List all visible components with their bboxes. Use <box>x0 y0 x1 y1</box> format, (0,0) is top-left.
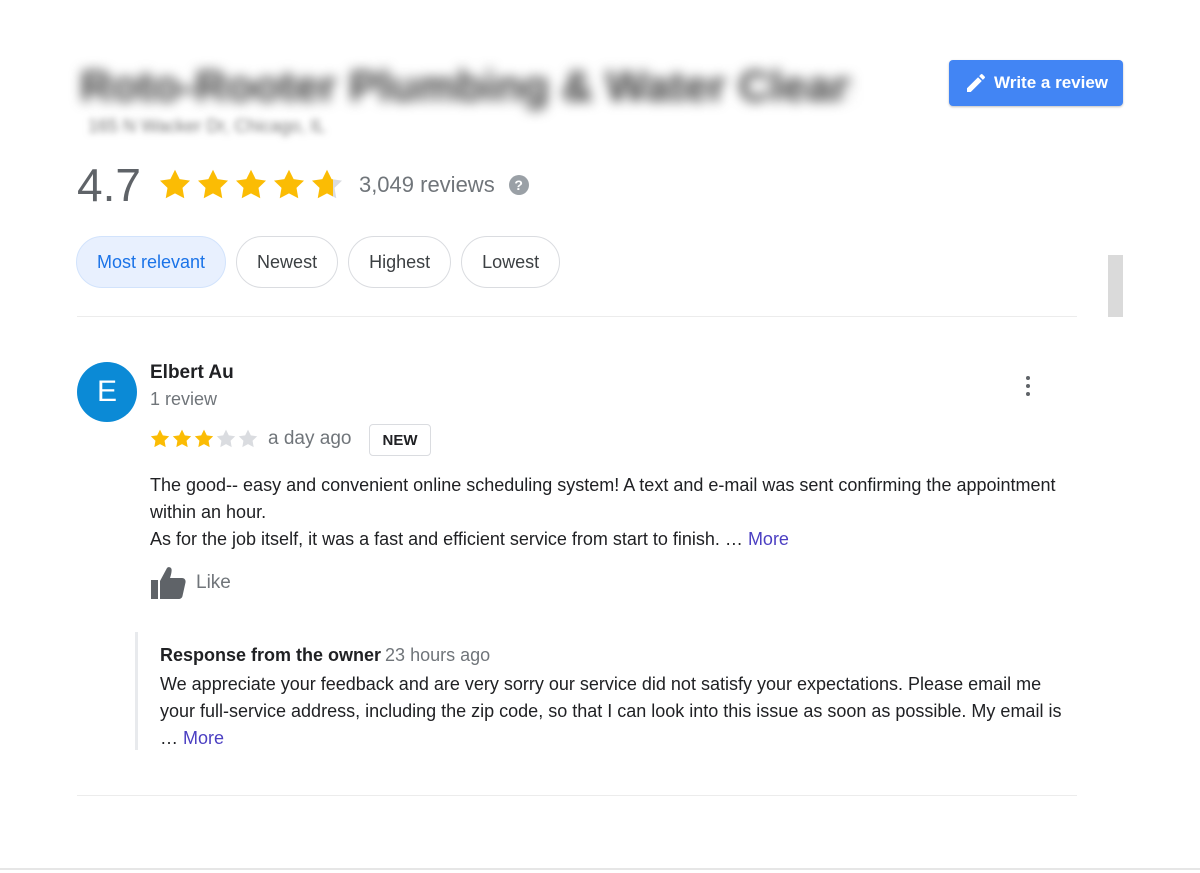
star-filled-icon <box>235 169 266 199</box>
rating-summary: 4.7 3,049 reviews ? <box>77 158 529 212</box>
review-more-link[interactable]: More <box>748 529 789 549</box>
review-time: a day ago <box>268 428 352 449</box>
chip-lowest[interactable]: Lowest <box>461 236 561 288</box>
avatar[interactable]: E <box>77 362 137 422</box>
star-empty-icon <box>238 429 258 448</box>
star-half-icon <box>311 169 342 199</box>
help-icon[interactable]: ? <box>508 175 529 195</box>
star-filled-icon <box>159 169 190 199</box>
owner-more-link[interactable]: More <box>183 728 224 748</box>
review-stars <box>149 428 259 450</box>
owner-response-header: Response from the owner 23 hours ago <box>160 645 490 666</box>
business-name: Roto-Rooter Plumbing & Water Cleanup <box>80 62 850 111</box>
bottom-border <box>0 868 1200 870</box>
rating-stars <box>157 167 345 203</box>
dot <box>1026 384 1030 388</box>
reviewer-name[interactable]: Elbert Au <box>150 362 234 384</box>
dot <box>1026 376 1030 380</box>
reviewer-review-count: 1 review <box>150 389 218 409</box>
write-review-button[interactable]: Write a review <box>949 60 1123 106</box>
like-button[interactable]: Like <box>150 566 231 600</box>
new-badge: NEW <box>369 424 431 456</box>
rating-value: 4.7 <box>77 159 141 211</box>
dot <box>1026 392 1030 396</box>
chip-newest[interactable]: Newest <box>236 236 339 288</box>
star-filled-icon <box>150 429 170 448</box>
owner-response-text: We appreciate your feedback and are very… <box>160 674 1062 748</box>
star-empty-icon <box>216 429 236 448</box>
thumbs-up-icon <box>151 567 186 599</box>
chip-highest[interactable]: Highest <box>348 236 452 288</box>
review-text-line: As for the job itself, it was a fast and… <box>150 529 743 549</box>
review-text-line: The good-- easy and convenient online sc… <box>150 475 1056 522</box>
owner-response-title: Response from the owner <box>160 645 382 665</box>
review-text: The good-- easy and convenient online sc… <box>150 472 1070 553</box>
review-count[interactable]: 3,049 reviews <box>359 172 495 198</box>
more-options-icon[interactable] <box>1014 372 1042 400</box>
like-label: Like <box>196 572 231 593</box>
write-review-label: Write a review <box>993 73 1109 92</box>
pencil-icon <box>966 73 985 92</box>
star-filled-icon <box>197 169 228 199</box>
divider <box>77 316 1077 317</box>
chip-most-relevant[interactable]: Most relevant <box>76 236 227 288</box>
owner-response: Response from the owner 23 hours ago We a… <box>135 632 1073 750</box>
star-filled-icon <box>194 429 214 448</box>
owner-response-text-block: We appreciate your feedback and are very… <box>160 671 1070 752</box>
sort-chips: Most relevant Newest Highest Lowest <box>76 236 561 288</box>
star-filled-icon <box>172 429 192 448</box>
star-filled-icon <box>273 169 304 199</box>
divider <box>77 795 1077 796</box>
business-address: 165 N Wacker Dr, Chicago, IL <box>88 116 326 136</box>
owner-response-time: 23 hours ago <box>385 645 491 665</box>
scrollbar-thumb[interactable] <box>1108 255 1123 317</box>
